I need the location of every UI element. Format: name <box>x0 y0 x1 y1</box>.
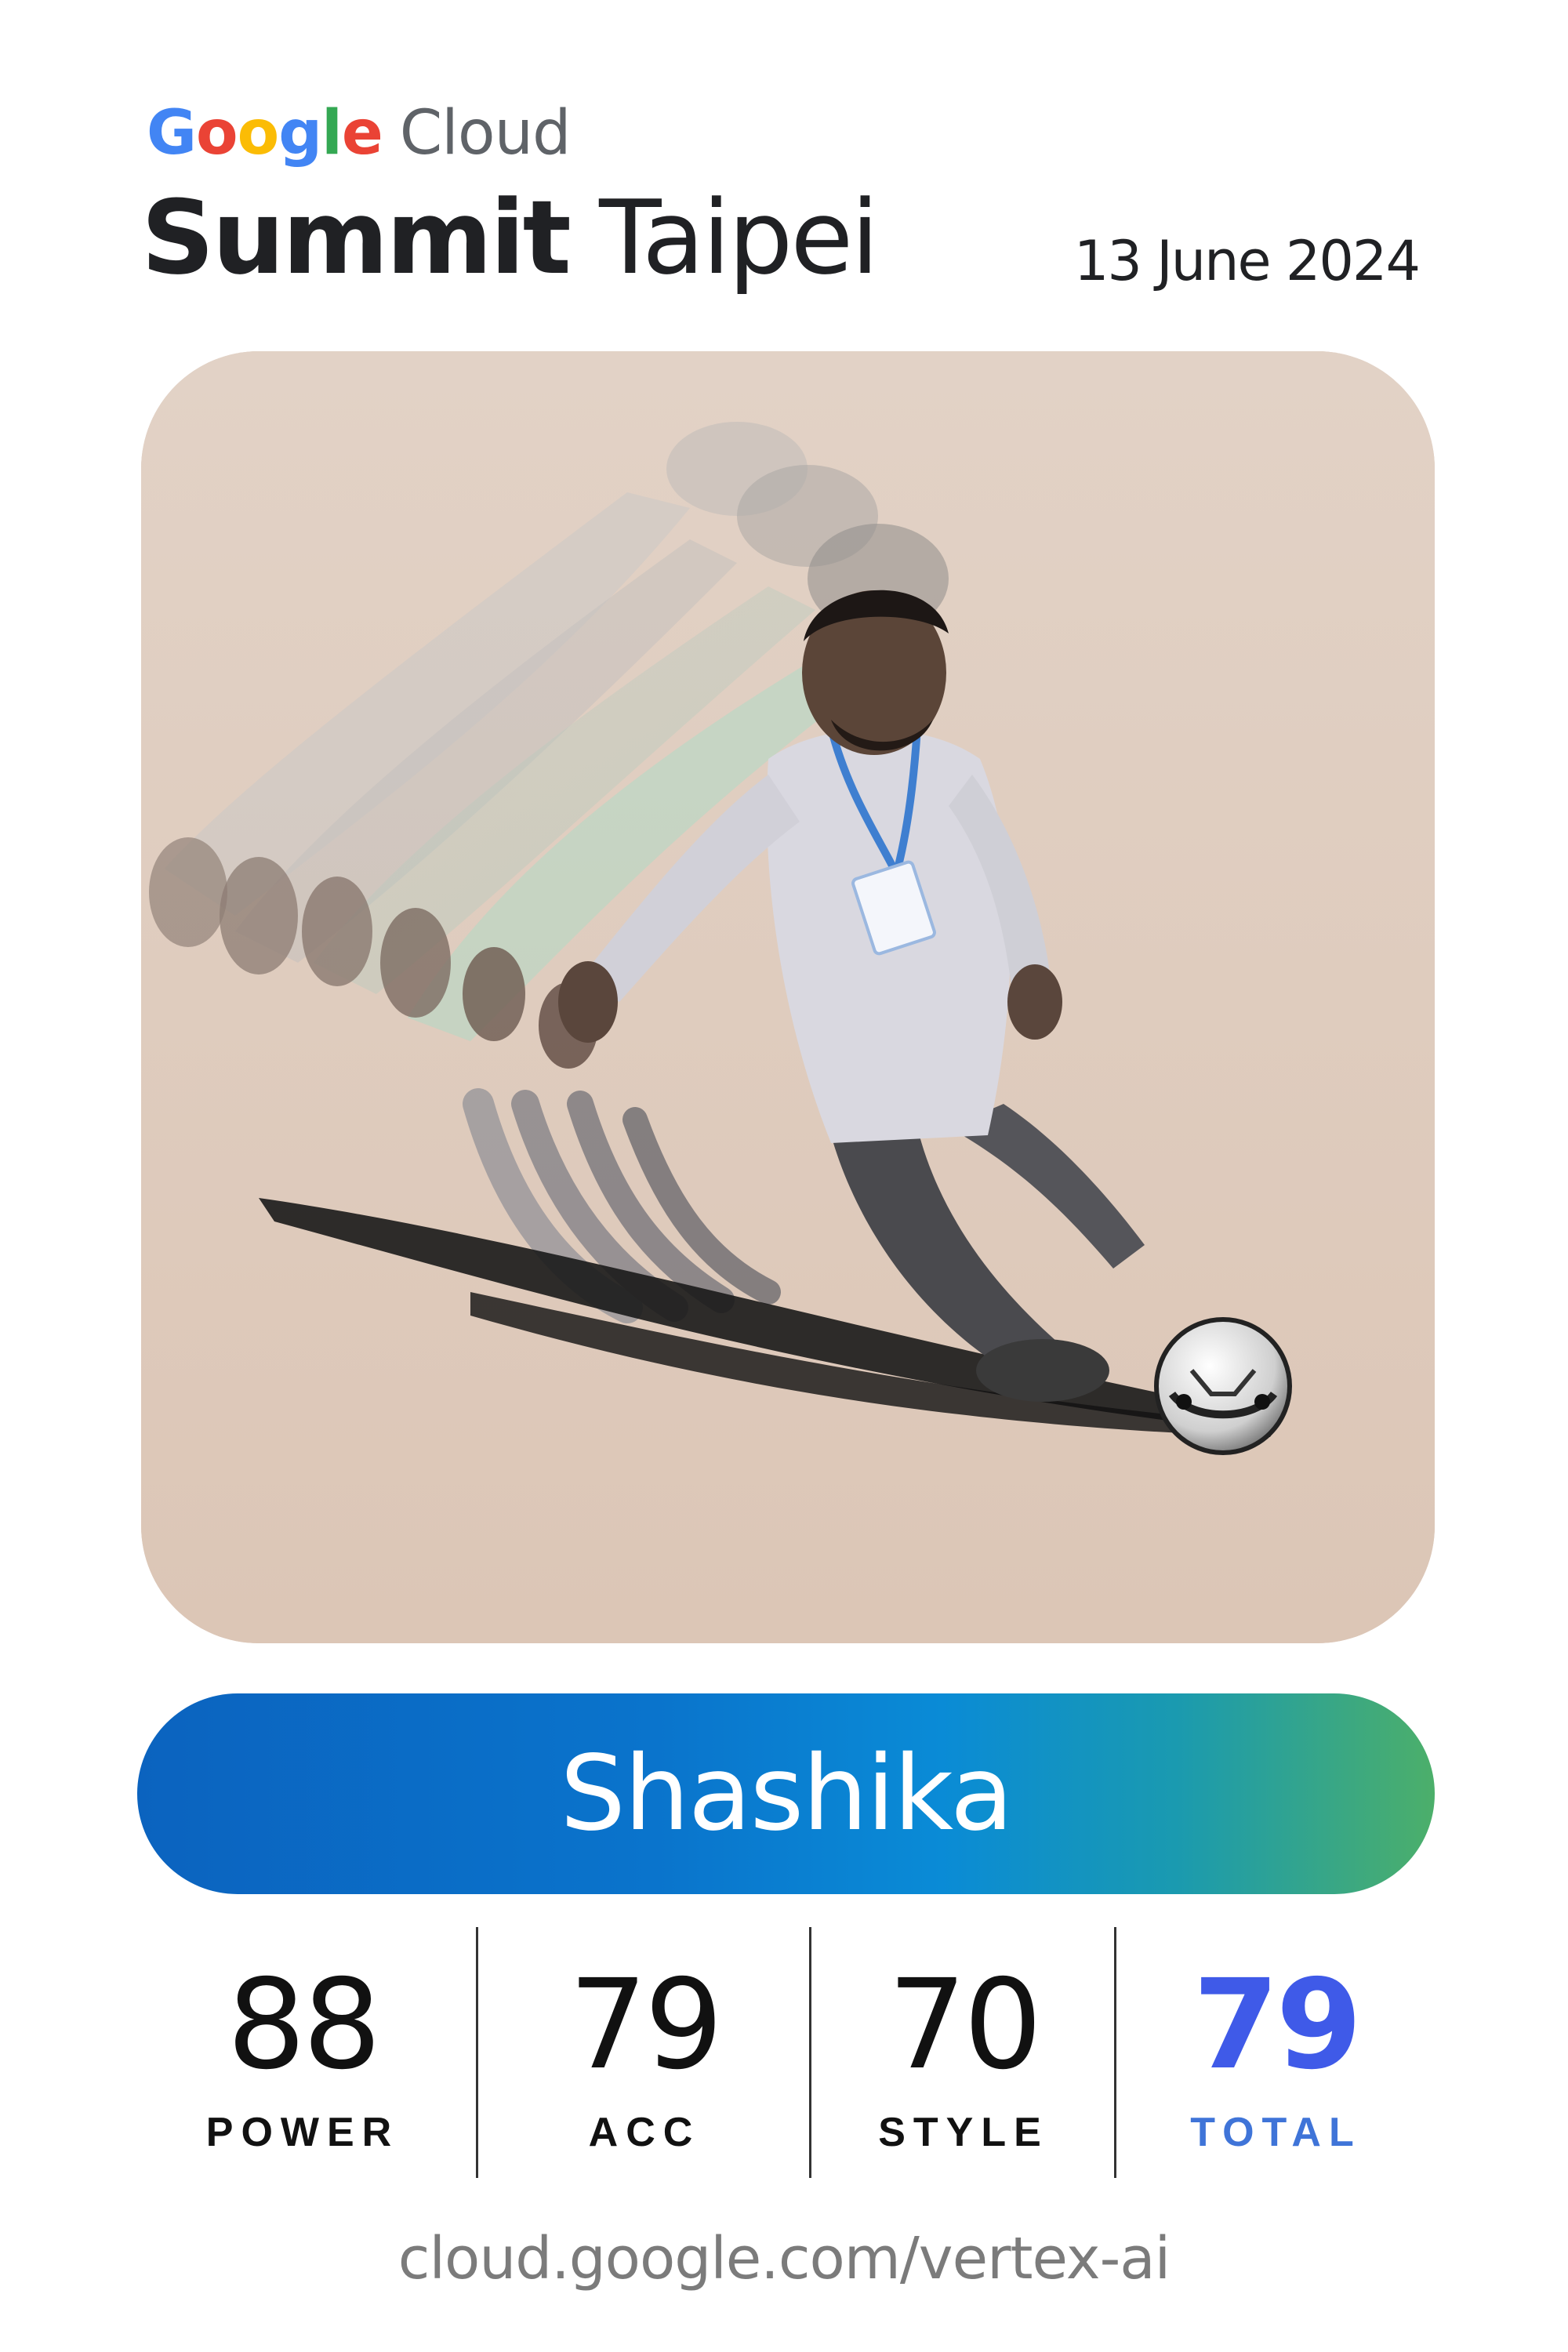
stat-style-label: STYLE <box>878 2110 1049 2155</box>
brand-letter-e: e <box>341 98 383 169</box>
brand-letter-o2: o <box>237 98 280 169</box>
stat-acc-value: 79 <box>568 1953 723 2097</box>
brand-letter-g2: g <box>278 98 322 169</box>
stat-total-label: TOTAL <box>1190 2110 1362 2155</box>
stat-style: 70 STYLE <box>813 1927 1114 2178</box>
stat-total: 79 TOTAL <box>1117 1927 1435 2178</box>
event-title-city: Taipei <box>599 178 879 297</box>
stat-divider <box>476 1927 478 2178</box>
player-photo <box>141 351 1435 1643</box>
event-title: Summit Taipei <box>141 178 879 297</box>
stats-row: 88 POWER 79 ACC 70 STYLE 79 TOTAL <box>137 1927 1435 2178</box>
stat-acc-label: ACC <box>588 2110 701 2155</box>
stat-acc: 79 ACC <box>480 1927 809 2178</box>
brand-letter-o1: o <box>196 98 238 169</box>
player-name-banner: Shashika <box>137 1693 1435 1894</box>
footer-url: cloud.google.com/vertex-ai <box>397 2225 1171 2292</box>
stat-power-value: 88 <box>227 1953 381 2097</box>
stat-divider <box>809 1927 811 2178</box>
google-cloud-logo: G o o g l e Cloud <box>147 98 572 169</box>
player-name: Shashika <box>560 1733 1013 1854</box>
event-title-bold: Summit <box>141 178 572 297</box>
brand-letter-g1: G <box>147 98 197 169</box>
brand-suffix: Cloud <box>399 98 572 169</box>
stat-style-value: 70 <box>887 1953 1042 2097</box>
event-date: 13 June 2024 <box>1073 229 1421 293</box>
stat-divider <box>1114 1927 1116 2178</box>
stat-power: 88 POWER <box>137 1927 468 2178</box>
player-photo-illustration <box>141 351 1435 1643</box>
stat-power-label: POWER <box>205 2110 400 2155</box>
soccer-ball <box>1154 1317 1292 1455</box>
stat-total-value: 79 <box>1192 1953 1363 2097</box>
brand-letter-l: l <box>321 98 343 169</box>
